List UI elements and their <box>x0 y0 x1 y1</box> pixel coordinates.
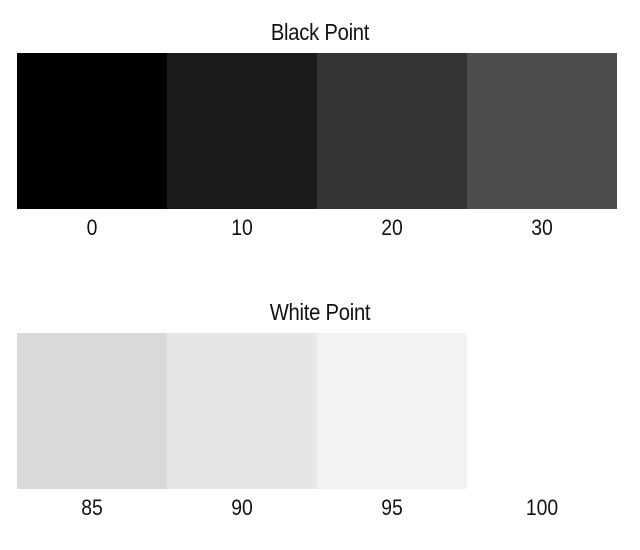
black-point-label-30: 30 <box>531 215 553 240</box>
white-point-label-90: 90 <box>231 495 253 520</box>
black-point-label-20: 20 <box>381 215 403 240</box>
white-point-label-85: 85 <box>81 495 103 520</box>
black-point-labels: 0 10 20 30 <box>17 215 617 241</box>
black-point-swatch-30 <box>467 53 617 209</box>
white-point-swatch-100 <box>467 333 617 489</box>
black-point-label-10: 10 <box>231 215 253 240</box>
white-point-swatch-90 <box>167 333 317 489</box>
white-point-labels: 85 90 95 100 <box>17 495 617 521</box>
white-point-swatches <box>17 333 617 489</box>
white-point-label-100: 100 <box>525 495 559 520</box>
white-point-swatch-85 <box>17 333 167 489</box>
black-point-title: Black Point <box>270 19 370 45</box>
white-point-title: White Point <box>269 299 371 325</box>
black-point-swatch-10 <box>167 53 317 209</box>
black-point-label-0: 0 <box>86 215 98 240</box>
black-point-swatches <box>17 53 617 209</box>
black-point-swatch-0 <box>17 53 167 209</box>
black-point-swatch-20 <box>317 53 467 209</box>
white-point-label-95: 95 <box>381 495 403 520</box>
white-point-swatch-95 <box>317 333 467 489</box>
